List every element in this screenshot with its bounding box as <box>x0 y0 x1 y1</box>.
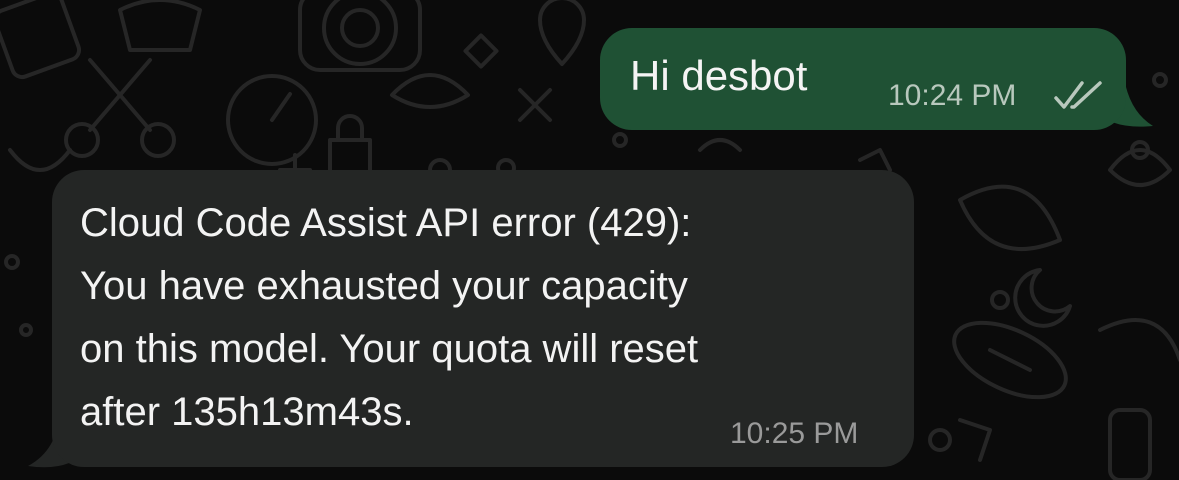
incoming-message-time: 10:25 PM <box>730 417 859 450</box>
doodle-moon-icon <box>1013 268 1072 328</box>
incoming-message-bubble[interactable]: Cloud Code Assist API error (429): You h… <box>52 170 914 467</box>
doodle-bottle-icon <box>1108 408 1152 480</box>
doodle-paw-icon <box>1108 148 1172 187</box>
doodle-taco-icon <box>1098 318 1179 362</box>
outgoing-message-time: 10:24 PM <box>888 79 1017 112</box>
doodle-shapes-icon <box>463 33 499 69</box>
doodle-cupcake-icon <box>118 0 202 52</box>
incoming-message-text: Cloud Code Assist API error (429): You h… <box>80 192 890 444</box>
doodle-scissors-icon <box>88 58 152 132</box>
incoming-message-line: You have exhausted your capacity <box>80 264 688 308</box>
incoming-message-line: on this model. Your quota will reset <box>80 327 699 371</box>
doodle-lock-icon <box>328 114 372 176</box>
doodle-calculator-icon <box>0 0 82 80</box>
double-check-icon <box>1054 81 1102 109</box>
doodle-pin-icon <box>538 0 586 66</box>
outgoing-message-text: Hi desbot <box>630 52 808 99</box>
doodle-leaf-icon <box>958 184 1062 251</box>
incoming-message-line: Cloud Code Assist API error (429): <box>80 201 692 245</box>
doodle-cross-icon <box>518 88 552 122</box>
doodle-dumpling-icon <box>390 73 470 109</box>
outgoing-message-bubble[interactable]: Hi desbot 10:24 PM <box>600 28 1126 130</box>
doodle-smile-icon <box>8 148 72 172</box>
